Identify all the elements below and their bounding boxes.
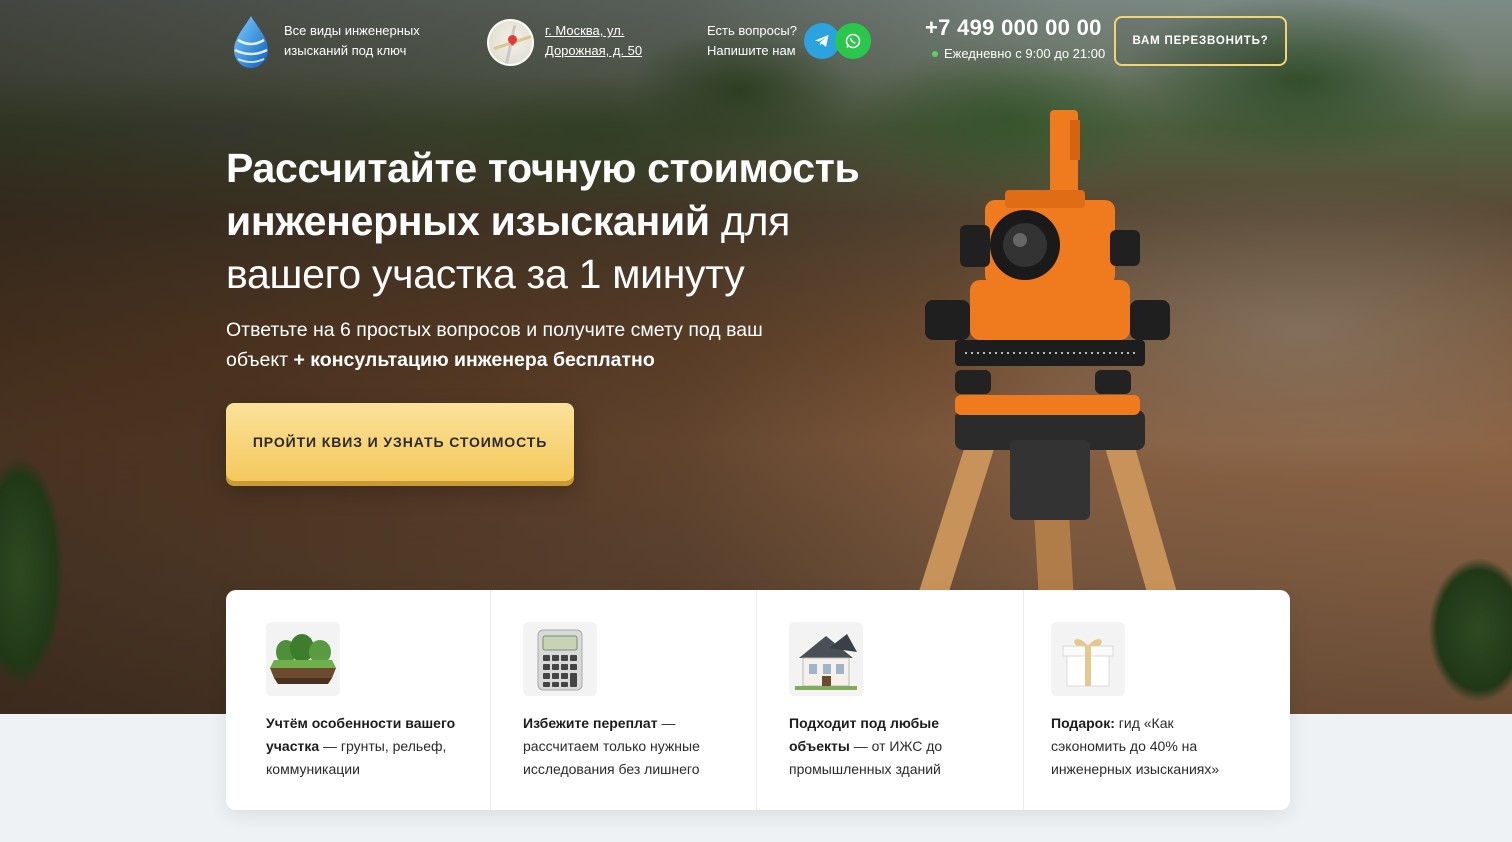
- contact-line-questions: Есть вопросы?: [707, 23, 797, 38]
- feature-text-site: Учтём особенности вашего участка — грунт…: [266, 712, 471, 781]
- soil-layer-icon: [266, 622, 340, 696]
- logo-tagline: Все виды инженерных изысканий под ключ: [284, 23, 420, 58]
- feature-text-gift: Подарок: гид «Как сэкономить до 40% на и…: [1051, 712, 1251, 781]
- feature-bold-overpay: Избежите переплат: [523, 715, 658, 731]
- contact-line-write: Напишите нам: [707, 43, 796, 58]
- hero-title-bold-line1: Рассчитайте точную стоимость: [226, 145, 860, 191]
- water-drop-logo-icon[interactable]: [230, 14, 272, 70]
- feature-item-site: Учтём особенности вашего участка — грунт…: [226, 590, 491, 810]
- hero-subtitle-bold: + консультацию инженера бесплатно: [293, 349, 655, 371]
- theodolite-illustration: [910, 110, 1185, 620]
- quiz-start-button[interactable]: ПРОЙТИ КВИЗ И УЗНАТЬ СТОИМОСТЬ: [226, 403, 574, 481]
- whatsapp-button[interactable]: [835, 23, 871, 59]
- whatsapp-icon: [845, 33, 861, 49]
- feature-item-objects: Подходит под любые объекты — от ИЖС до п…: [757, 590, 1024, 810]
- calculator-icon: [523, 622, 597, 696]
- address-link[interactable]: г. Москва, ул. Дорожная, д. 50: [545, 21, 675, 61]
- telegram-icon: [815, 35, 829, 47]
- hero-subtitle: Ответьте на 6 простых вопросов и получит…: [226, 315, 786, 375]
- map-thumbnail[interactable]: [487, 19, 534, 66]
- hero-title-line3: вашего участка за 1 минуту: [226, 251, 745, 297]
- feature-item-gift: Подарок: гид «Как сэкономить до 40% на и…: [1024, 590, 1290, 810]
- contact-prompt: Есть вопросы? Напишите нам: [707, 21, 817, 61]
- features-card: Учтём особенности вашего участка — грунт…: [226, 590, 1290, 810]
- hero-title: Рассчитайте точную стоимость инженерных …: [226, 142, 906, 301]
- feature-bold-gift: Подарок:: [1051, 715, 1115, 731]
- status-dot-icon: [932, 50, 938, 57]
- phone-number[interactable]: +7 499 000 00 00: [925, 15, 1102, 41]
- hero-title-bold-line2: инженерных изысканий: [226, 198, 710, 244]
- site-header: Все виды инженерных изысканий под ключ г…: [0, 0, 1512, 90]
- pine-tree-right: [1402, 520, 1512, 720]
- gift-box-icon: [1051, 622, 1125, 696]
- working-hours-text: Ежедневно с 9:00 до 21:00: [944, 46, 1106, 61]
- house-icon: [789, 622, 863, 696]
- feature-item-overpay: Избежите переплат — рассчитаем только ну…: [491, 590, 757, 810]
- map-pin-icon: [506, 33, 519, 46]
- feature-text-objects: Подходит под любые объекты — от ИЖС до п…: [789, 712, 989, 781]
- pine-tree-left: [0, 390, 80, 720]
- feature-text-overpay: Избежите переплат — рассчитаем только ну…: [523, 712, 733, 781]
- working-hours: Ежедневно с 9:00 до 21:00: [932, 46, 1105, 61]
- hero-content: Рассчитайте точную стоимость инженерных …: [226, 142, 906, 375]
- hero-title-rest-line2: для: [709, 198, 791, 244]
- callback-button[interactable]: ВАМ ПЕРЕЗВОНИТЬ?: [1114, 16, 1287, 66]
